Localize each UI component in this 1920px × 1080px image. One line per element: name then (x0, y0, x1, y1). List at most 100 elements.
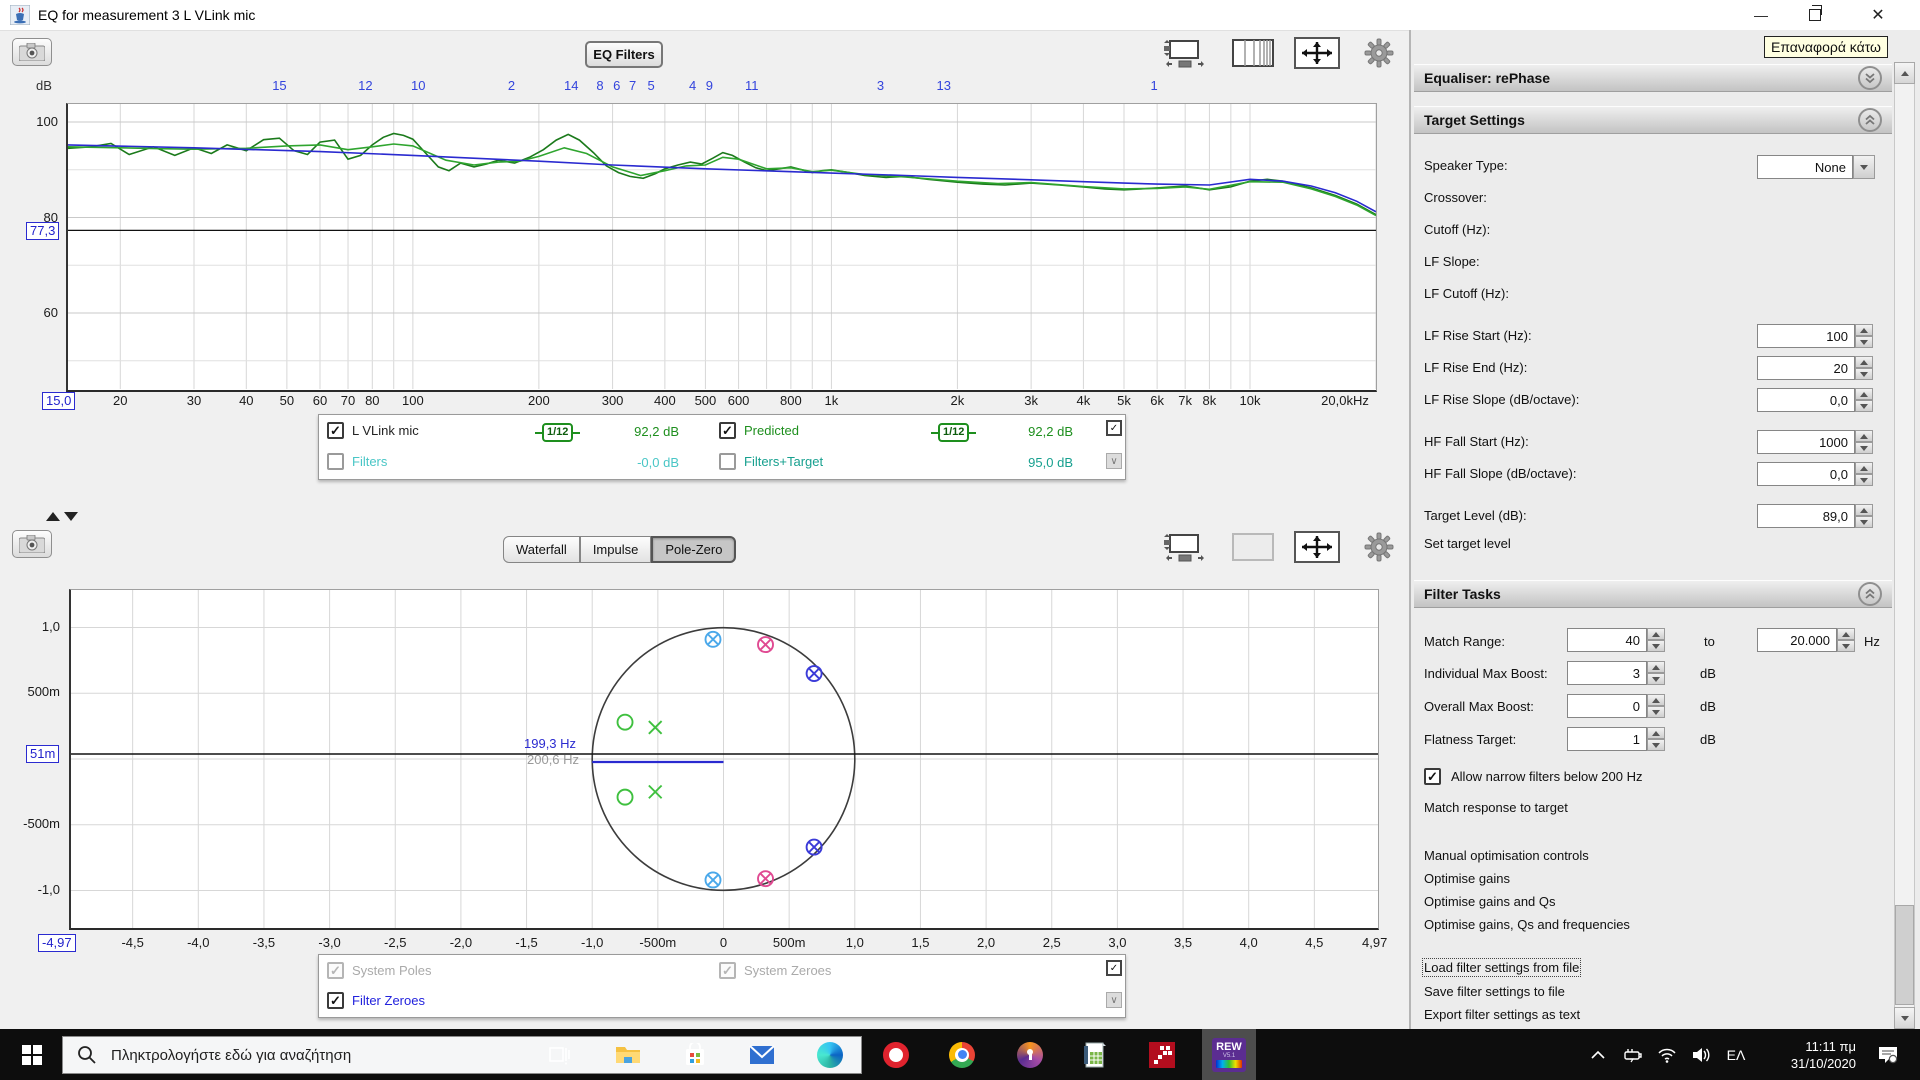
language-indicator[interactable]: ΕΛ (1718, 1029, 1754, 1080)
speaker-type-select[interactable]: None (1757, 155, 1875, 179)
chrome-button[interactable] (938, 1029, 986, 1080)
task-view-button[interactable] (536, 1029, 584, 1080)
pixel-app-button[interactable] (1138, 1029, 1186, 1080)
flatness-target-field[interactable]: 1 (1567, 727, 1665, 751)
filter-tasks-section-header[interactable]: Filter Tasks (1414, 580, 1892, 608)
graph-settings-button-bottom[interactable] (1353, 530, 1405, 564)
filters-target-checkbox[interactable] (719, 453, 736, 470)
match-range-to-field[interactable]: 20.000 (1757, 628, 1855, 652)
hf-fall-slope-field[interactable]: 0,0 (1757, 462, 1873, 486)
pan-button-bottom[interactable] (1291, 530, 1343, 564)
lf-rise-slope-input[interactable]: 0,0 (1757, 388, 1855, 412)
graph-limits-button[interactable] (1157, 36, 1209, 70)
lf-rise-end-input[interactable]: 20 (1757, 356, 1855, 380)
capture-graph-button[interactable] (12, 38, 52, 66)
allow-narrow-filters-checkbox[interactable]: ✓ (1424, 768, 1441, 785)
store-button[interactable] (671, 1029, 719, 1080)
predicted-checkbox[interactable]: ✓ (719, 422, 736, 439)
pole-zero-plot-area[interactable] (69, 589, 1379, 930)
match-range-from-input[interactable]: 40 (1567, 628, 1647, 652)
action-load-filter-settings-from-file[interactable]: Load filter settings from file (1421, 958, 1582, 977)
target-level-field[interactable]: 89,0 (1757, 504, 1873, 528)
tab-pole-zero[interactable]: Pole-Zero (651, 536, 737, 563)
action-save-filter-settings-to-file[interactable]: Save filter settings to file (1424, 984, 1565, 999)
overall-max-boost-field[interactable]: 0 (1567, 694, 1665, 718)
lf-rise-slope-spinner[interactable] (1855, 388, 1873, 412)
pan-button[interactable] (1291, 36, 1343, 70)
individual-max-boost-input[interactable]: 3 (1567, 661, 1647, 685)
legend-scroll-up[interactable]: ✓ (1106, 420, 1122, 436)
target-settings-section-header[interactable]: Target Settings (1414, 106, 1892, 134)
target-level-input[interactable]: 89,0 (1757, 504, 1855, 528)
close-button[interactable]: ✕ (1848, 0, 1908, 30)
individual-max-boost-field[interactable]: 3 (1567, 661, 1665, 685)
edge-button[interactable] (806, 1029, 854, 1080)
spl-plot-area[interactable] (66, 103, 1377, 392)
file-explorer-button[interactable] (604, 1029, 652, 1080)
hf-fall-start-input[interactable]: 1000 (1757, 430, 1855, 454)
individual-max-boost-spinner[interactable] (1647, 661, 1665, 685)
match-range-from-field[interactable]: 40 (1567, 628, 1665, 652)
hf-fall-start-field[interactable]: 1000 (1757, 430, 1873, 454)
equaliser-section-header[interactable]: Equaliser: rePhase (1414, 64, 1892, 92)
splitter-down-arrow[interactable] (64, 512, 78, 521)
action-manual-optimisation-controls[interactable]: Manual optimisation controls (1424, 848, 1589, 863)
overall-max-boost-spinner[interactable] (1647, 694, 1665, 718)
measured-smoothing-badge[interactable]: 1/12 (535, 423, 581, 442)
filter-zeroes-checkbox[interactable]: ✓ (327, 992, 344, 1009)
lf-rise-start-spinner[interactable] (1855, 324, 1873, 348)
allow-narrow-filters-row[interactable]: ✓ Allow narrow filters below 200 Hz (1424, 768, 1642, 785)
frequency-axis-button[interactable] (1227, 36, 1279, 70)
chevron-double-up-icon[interactable] (1858, 582, 1882, 606)
hf-fall-slope-input[interactable]: 0,0 (1757, 462, 1855, 486)
action-match-response-to-target[interactable]: Match response to target (1424, 800, 1568, 815)
splitter-up-arrow[interactable] (46, 512, 60, 521)
legend-scroll-up[interactable]: ✓ (1106, 960, 1122, 976)
hf-fall-slope-spinner[interactable] (1855, 462, 1873, 486)
eq-filters-button[interactable]: EQ Filters (585, 41, 663, 68)
scrollbar-up-button[interactable] (1894, 62, 1915, 84)
tray-expand-button[interactable] (1582, 1029, 1614, 1080)
measured-checkbox[interactable]: ✓ (327, 422, 344, 439)
match-range-to-spinner[interactable] (1837, 628, 1855, 652)
filters-checkbox[interactable] (327, 453, 344, 470)
capture-graph-button-bottom[interactable] (12, 530, 52, 558)
action-optimise-gains-and-qs[interactable]: Optimise gains and Qs (1424, 894, 1556, 909)
minimize-button[interactable]: — (1736, 0, 1786, 30)
set-target-level-action[interactable]: Set target level (1424, 536, 1511, 551)
target-level-spinner[interactable] (1855, 504, 1873, 528)
volume-button[interactable] (1684, 1029, 1718, 1080)
restore-button[interactable] (1790, 0, 1840, 30)
action-export-filter-settings-as-text[interactable]: Export filter settings as text (1424, 1007, 1580, 1022)
predicted-smoothing-badge[interactable]: 1/12 (931, 423, 977, 442)
action-optimise-gains[interactable]: Optimise gains (1424, 871, 1510, 886)
lf-rise-end-field[interactable]: 20 (1757, 356, 1873, 380)
match-range-to-input[interactable]: 20.000 (1757, 628, 1837, 652)
opera-button[interactable] (872, 1029, 920, 1080)
flatness-target-input[interactable]: 1 (1567, 727, 1647, 751)
tab-waterfall[interactable]: Waterfall (503, 536, 580, 563)
lf-rise-end-spinner[interactable] (1855, 356, 1873, 380)
secure-browser-button[interactable] (1006, 1029, 1054, 1080)
lf-rise-start-field[interactable]: 100 (1757, 324, 1873, 348)
lf-rise-start-input[interactable]: 100 (1757, 324, 1855, 348)
graph-limits-button-bottom[interactable] (1157, 530, 1209, 564)
clock[interactable]: 11:11 πμ 31/10/2020 (1756, 1029, 1860, 1080)
panel-scrollbar[interactable] (1894, 62, 1915, 1029)
libreoffice-calc-button[interactable] (1072, 1029, 1120, 1080)
chevron-double-down-icon[interactable] (1858, 66, 1882, 90)
scrollbar-thumb[interactable] (1895, 905, 1914, 1005)
lf-rise-slope-field[interactable]: 0,0 (1757, 388, 1873, 412)
start-button[interactable] (8, 1029, 56, 1080)
legend-scroll-down[interactable]: ∨ (1106, 992, 1122, 1008)
mail-button[interactable] (738, 1029, 786, 1080)
scrollbar-down-button[interactable] (1894, 1007, 1915, 1029)
action-optimise-gains-qs-and-frequencies[interactable]: Optimise gains, Qs and frequencies (1424, 917, 1630, 932)
power-status-button[interactable] (1616, 1029, 1650, 1080)
chevron-double-up-icon[interactable] (1858, 108, 1882, 132)
chevron-down-icon[interactable] (1853, 155, 1875, 179)
network-button[interactable] (1650, 1029, 1684, 1080)
rew-button[interactable]: REW V5.1 (1202, 1029, 1256, 1080)
hf-fall-start-spinner[interactable] (1855, 430, 1873, 454)
legend-scroll-down[interactable]: ∨ (1106, 453, 1122, 469)
